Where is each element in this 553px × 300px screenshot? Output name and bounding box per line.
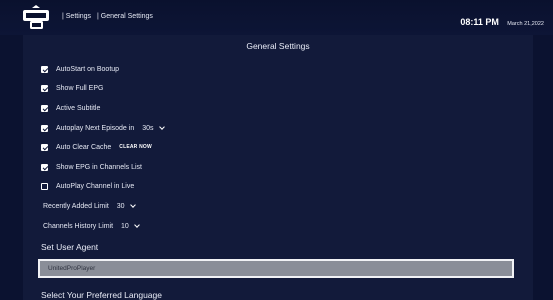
breadcrumb: | Settings | General Settings (62, 13, 157, 20)
show-full-epg-label: Show Full EPG (56, 84, 104, 92)
general-settings-panel: General Settings AutoStart on Bootup Sho… (23, 35, 533, 300)
recently-added-select[interactable]: 30 (116, 202, 136, 210)
option-autoplay-channel-in-live[interactable]: AutoPlay Channel in Live (41, 180, 134, 192)
chevron-down-icon (129, 202, 136, 208)
language-heading: Select Your Preferred Language (41, 290, 162, 300)
clear-now-button[interactable]: CLEAR NOW (119, 144, 152, 150)
breadcrumb-settings[interactable]: | Settings (62, 13, 91, 20)
autoplay-delay-value: 30s (142, 124, 154, 132)
autoplay-channel-checkbox[interactable] (41, 182, 48, 190)
user-agent-input[interactable] (38, 259, 514, 278)
user-agent-heading: Set User Agent (41, 242, 99, 252)
recently-added-value: 30 (116, 202, 125, 210)
auto-clear-cache-checkbox[interactable] (41, 143, 48, 151)
option-show-epg-in-channels[interactable]: Show EPG in Channels List (41, 161, 142, 173)
show-epg-channels-checkbox[interactable] (41, 163, 48, 171)
clock: 08:11 PM March 21,2022 (460, 12, 544, 30)
panel-title: General Settings (246, 41, 310, 51)
option-auto-clear-cache[interactable]: Auto Clear Cache CLEAR NOW (41, 141, 152, 153)
autoplay-delay-select[interactable]: 30s (142, 124, 165, 132)
active-subtitle-checkbox[interactable] (41, 104, 48, 112)
autoplay-next-checkbox[interactable] (41, 124, 48, 132)
recently-added-limit-row: Recently Added Limit 30 (43, 200, 136, 212)
autostart-checkbox[interactable] (41, 65, 48, 73)
option-autostart-on-bootup[interactable]: AutoStart on Bootup (41, 63, 119, 75)
united-pro-logo-icon (23, 5, 49, 29)
channels-history-value: 10 (121, 222, 129, 230)
show-full-epg-checkbox[interactable] (41, 84, 48, 92)
option-active-subtitle[interactable]: Active Subtitle (41, 102, 100, 114)
show-epg-channels-label: Show EPG in Channels List (56, 163, 142, 171)
chevron-down-icon (133, 222, 140, 228)
channels-history-select[interactable]: 10 (121, 222, 140, 230)
channels-history-label: Channels History Limit (43, 222, 114, 230)
chevron-down-icon (158, 124, 165, 130)
recently-added-label: Recently Added Limit (43, 202, 109, 210)
auto-clear-cache-label: Auto Clear Cache (56, 143, 112, 151)
option-autoplay-next-episode[interactable]: Autoplay Next Episode in 30s (41, 122, 165, 134)
top-bar: | Settings | General Settings 08:11 PM M… (0, 0, 553, 35)
breadcrumb-general-settings: | General Settings (97, 13, 153, 20)
option-show-full-epg[interactable]: Show Full EPG (41, 82, 103, 94)
clock-date: March 21,2022 (507, 21, 544, 27)
clock-time: 08:11 PM (460, 17, 499, 27)
active-subtitle-label: Active Subtitle (56, 104, 101, 112)
autoplay-channel-label: AutoPlay Channel in Live (56, 182, 135, 190)
autostart-label: AutoStart on Bootup (56, 65, 120, 73)
autoplay-next-label: Autoplay Next Episode in (56, 124, 135, 132)
channels-history-limit-row: Channels History Limit 10 (43, 220, 140, 232)
